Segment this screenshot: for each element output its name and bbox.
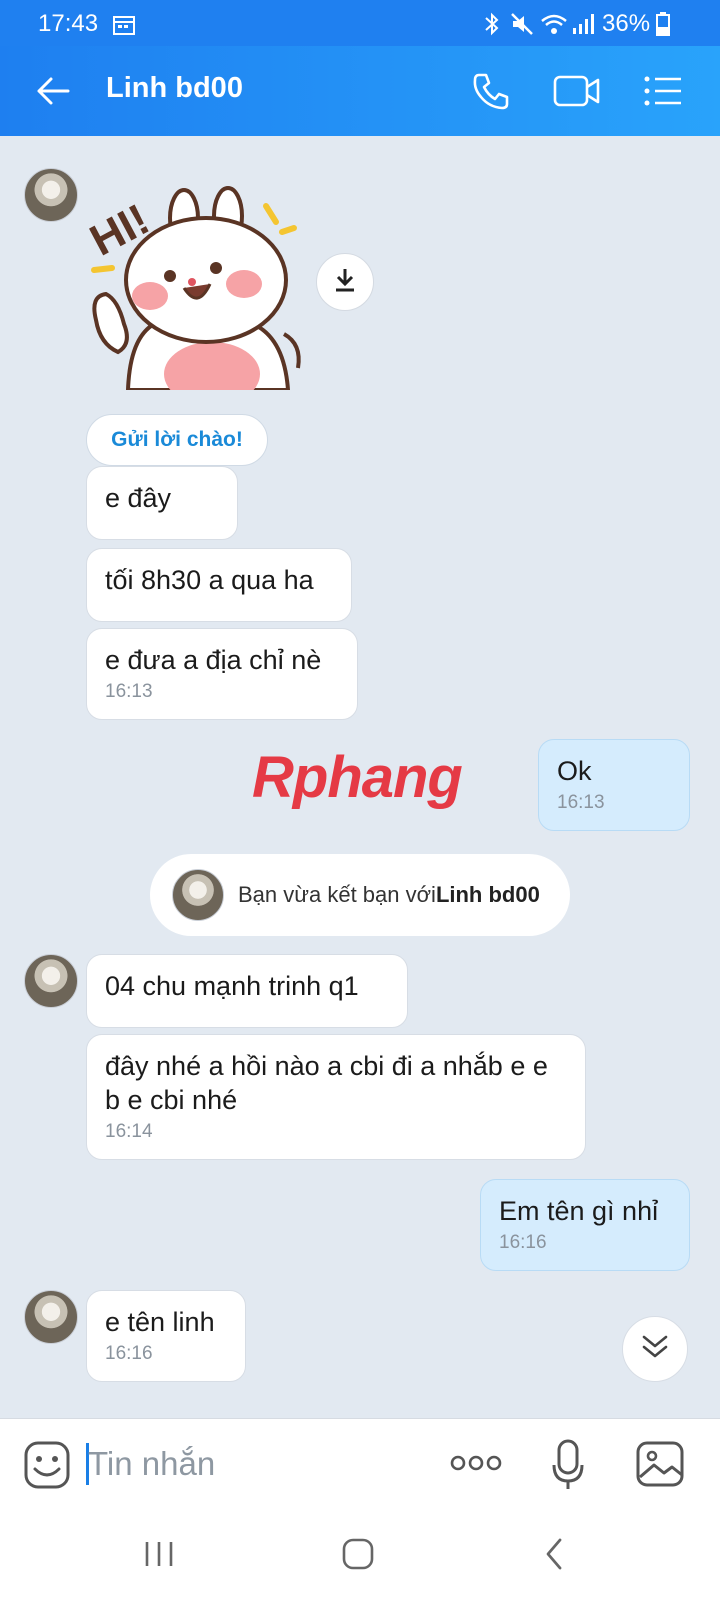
message-text: e đây (105, 483, 172, 513)
back-nav-icon[interactable] (544, 1538, 564, 1575)
download-button[interactable] (316, 253, 374, 311)
watermark-text: Rphang (252, 745, 463, 810)
message-time: 16:16 (499, 1232, 547, 1253)
message-text: tối 8h30 a qua ha (105, 565, 314, 595)
message-bubble[interactable]: đây nhé a hồi nào a cbi đi a nhắb e e b … (86, 1034, 586, 1160)
message-bubble[interactable]: e đây (86, 466, 238, 540)
friend-notice-prefix: Bạn vừa kết bạn với (238, 882, 436, 907)
contact-name[interactable]: Linh bd00 (106, 72, 243, 105)
signal-icon (572, 12, 594, 43)
video-call-icon[interactable] (552, 66, 602, 116)
calendar-icon (112, 14, 136, 43)
phone-icon[interactable] (466, 66, 516, 116)
battery-icon (656, 12, 670, 43)
menu-list-icon[interactable] (638, 66, 688, 116)
chat-area[interactable]: HI! Gửi lời chào! e đây tối 8h30 a qua h… (0, 136, 720, 1418)
image-icon[interactable] (636, 1441, 684, 1492)
status-time: 17:43 (38, 10, 99, 37)
more-dots-icon[interactable] (450, 1453, 502, 1478)
message-text: đây nhé a hồi nào a cbi đi a nhắb e e b … (105, 1051, 548, 1115)
friend-added-notice: Bạn vừa kết bạn với Linh bd00 (150, 854, 570, 936)
send-greeting-button[interactable]: Gửi lời chào! (86, 414, 268, 466)
battery-text: 36% (602, 10, 651, 37)
my-message-bubble[interactable]: Ok 16:13 (538, 739, 690, 831)
message-text: Em tên gì nhỉ (499, 1196, 659, 1226)
contact-avatar[interactable] (172, 869, 224, 921)
message-time: 16:14 (105, 1121, 153, 1142)
back-arrow-icon[interactable] (28, 66, 78, 116)
message-text: Ok (557, 756, 592, 786)
emoji-icon[interactable] (24, 1441, 70, 1494)
bluetooth-icon (482, 12, 502, 43)
recents-nav-icon[interactable] (144, 1540, 174, 1573)
scroll-to-bottom-button[interactable] (622, 1316, 688, 1382)
contact-avatar[interactable] (24, 954, 78, 1008)
double-chevron-down-icon (641, 1334, 669, 1365)
message-input-bar: Tin nhắn (0, 1418, 720, 1513)
message-text: e tên linh (105, 1307, 215, 1337)
download-icon (333, 267, 357, 298)
message-bubble[interactable]: tối 8h30 a qua ha (86, 548, 352, 622)
my-message-bubble[interactable]: Em tên gì nhỉ 16:16 (480, 1179, 690, 1271)
message-time: 16:13 (557, 792, 605, 813)
chat-header: Linh bd00 (0, 46, 720, 136)
message-bubble[interactable]: e tên linh 16:16 (86, 1290, 246, 1382)
mute-icon (510, 12, 534, 43)
contact-avatar[interactable] (24, 168, 78, 222)
friend-notice-name: Linh bd00 (435, 882, 540, 907)
system-nav-bar (0, 1512, 720, 1600)
hi-bunny-sticker[interactable]: HI! (82, 184, 308, 406)
wifi-icon (540, 12, 568, 43)
message-text: 04 chu mạnh trinh q1 (105, 971, 359, 1001)
home-nav-icon[interactable] (342, 1538, 374, 1575)
status-bar: 17:43 36% (0, 0, 720, 46)
message-input[interactable]: Tin nhắn (88, 1445, 215, 1483)
message-time: 16:16 (105, 1343, 153, 1364)
contact-avatar[interactable] (24, 1290, 78, 1344)
message-bubble[interactable]: 04 chu mạnh trinh q1 (86, 954, 408, 1028)
message-text: e đưa a địa chỉ nè (105, 645, 322, 675)
message-bubble[interactable]: e đưa a địa chỉ nè 16:13 (86, 628, 358, 720)
microphone-icon[interactable] (552, 1439, 584, 1496)
message-time: 16:13 (105, 681, 153, 702)
watermark-logo: Rphang (252, 744, 463, 811)
